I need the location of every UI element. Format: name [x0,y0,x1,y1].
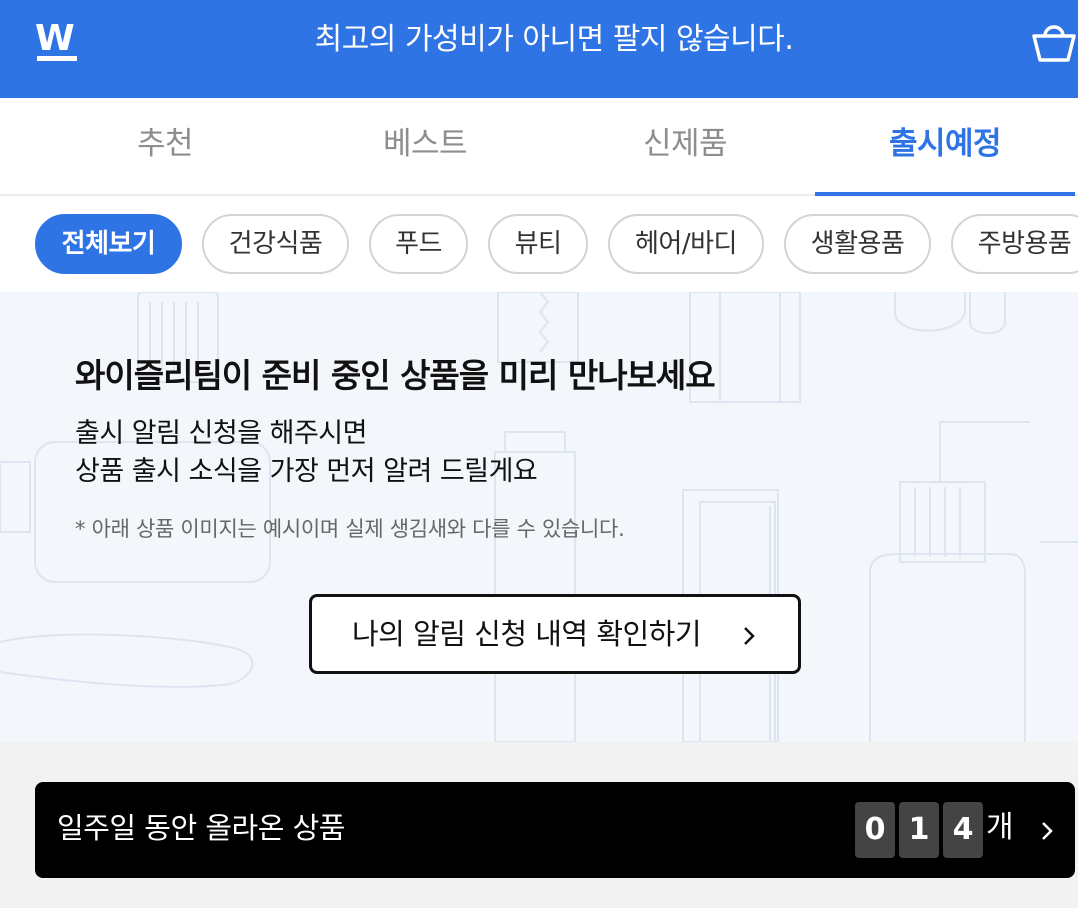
count-digit: 0 [855,802,895,858]
chip-kitchen[interactable]: 주방용품 [951,214,1078,274]
chevron-right-icon [1042,822,1053,840]
hero-title: 와이즐리팀이 준비 중인 상품을 미리 만나보세요 [75,356,716,395]
hero-description-line-1: 출시 알림 신청을 해주시면 [75,418,368,449]
chip-all[interactable]: 전체보기 [35,214,182,274]
hero-description-line-2: 상품 출시 소식을 가장 먼저 알려 드릴게요 [75,456,538,487]
header-title: 최고의 가성비가 아니면 팔지 않습니다. [314,22,794,57]
chip-health-food[interactable]: 건강식품 [202,214,349,274]
weekly-label: 일주일 동안 올라온 상품 [57,811,345,845]
chip-hair-body[interactable]: 헤어/바디 [608,214,764,274]
chip-living[interactable]: 생활용품 [784,214,931,274]
shopping-basket-icon[interactable] [1030,18,1078,66]
count-digit: 1 [899,802,939,858]
count-digit: 4 [943,802,983,858]
chevron-right-icon [744,627,755,645]
chip-beauty[interactable]: 뷰티 [488,214,588,274]
category-chips: 전체보기 건강식품 푸드 뷰티 헤어/바디 생활용품 주방용품 [0,196,1078,292]
chip-food[interactable]: 푸드 [369,214,468,274]
hero-disclaimer: * 아래 상품 이미지는 예시이며 실제 생김새와 다를 수 있습니다. [75,517,625,541]
notification-button-label: 나의 알림 신청 내역 확인하기 [352,617,702,651]
tab-upcoming[interactable]: 출시예정 [815,124,1075,164]
top-bar: W 최고의 가성비가 아니면 팔지 않습니다. [0,0,1078,98]
weekly-new-products-banner[interactable]: 일주일 동안 올라온 상품 0 1 4 개 [35,782,1075,878]
upcoming-hero: 와이즐리팀이 준비 중인 상품을 미리 만나보세요 출시 알림 신청을 해주시면… [0,292,1078,742]
tab-recommend[interactable]: 추천 [35,124,295,164]
tab-best[interactable]: 베스트 [295,124,555,164]
my-notification-history-button[interactable]: 나의 알림 신청 내역 확인하기 [309,594,801,674]
count-unit: 개 [986,810,1014,845]
tab-new[interactable]: 신제품 [555,124,815,164]
main-tabs: 추천 베스트 신제품 출시예정 [0,98,1078,196]
